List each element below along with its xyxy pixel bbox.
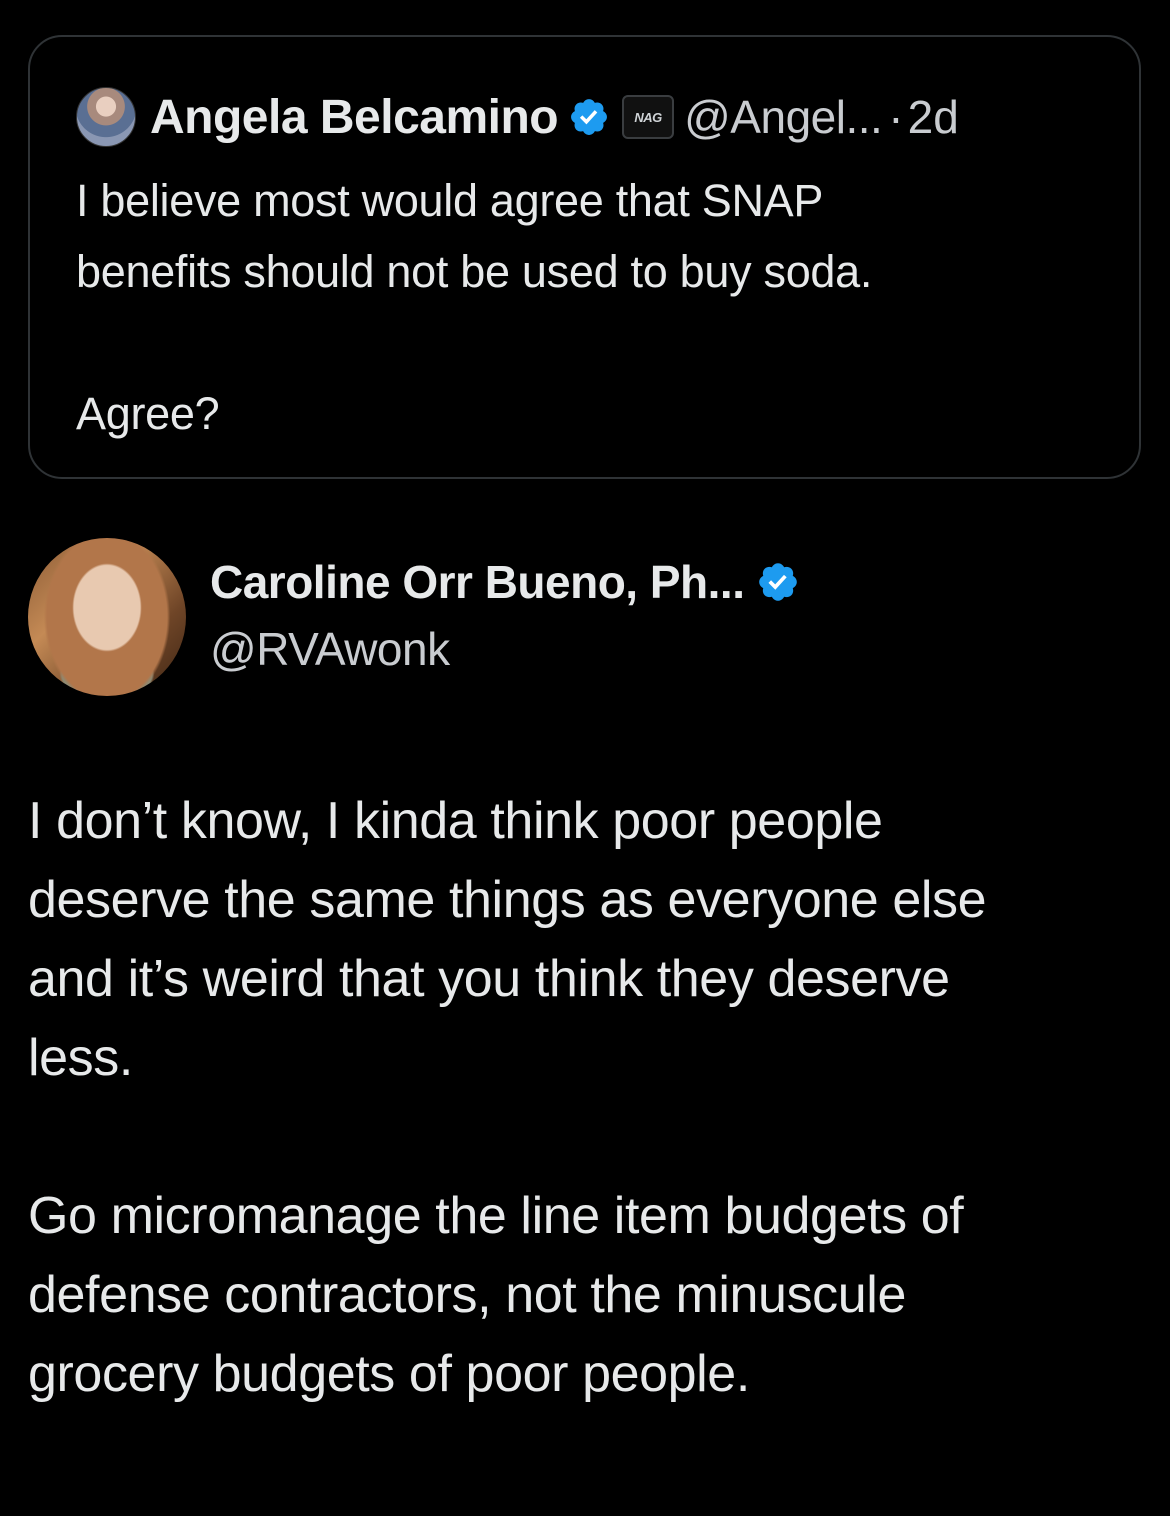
affiliate-badge-icon[interactable]: NAG (622, 95, 675, 139)
verified-badge-icon (571, 99, 608, 135)
quoted-tweet-card[interactable]: Angela Belcamino NAG @Angel... · 2d I be… (28, 35, 1141, 479)
header-separator: · (888, 91, 904, 143)
author-name[interactable]: Caroline Orr Bueno, Ph... (210, 555, 745, 609)
quoted-author-name[interactable]: Angela Belcamino (150, 90, 559, 145)
verified-badge-icon (759, 563, 798, 601)
quoted-tweet-timestamp[interactable]: 2d (908, 90, 959, 144)
author-avatar[interactable] (28, 538, 186, 696)
author-handle[interactable]: @RVAwonk (210, 622, 450, 676)
quoted-tweet-text: I believe most would agree that SNAP ben… (76, 175, 873, 439)
tweet-text: I don’t know, I kinda think poor people … (28, 792, 987, 1403)
quoted-author-avatar[interactable] (76, 87, 136, 147)
quoted-tweet-header: Angela Belcamino NAG @Angel... · 2d (76, 87, 959, 147)
author-name-row: Caroline Orr Bueno, Ph... (210, 552, 800, 612)
quoted-author-handle[interactable]: @Angel... (684, 90, 883, 144)
